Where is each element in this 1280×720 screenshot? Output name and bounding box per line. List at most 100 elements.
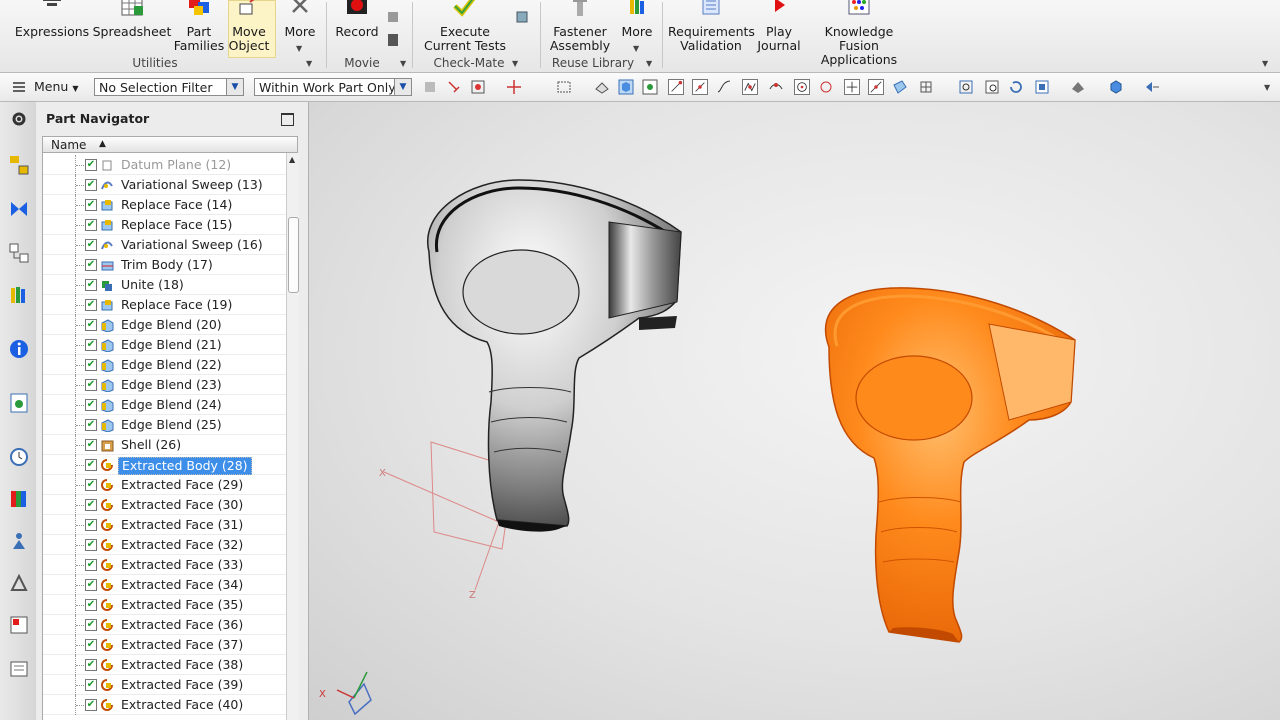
reuse-library-icon[interactable] (8, 284, 30, 306)
tree-row[interactable]: ✔ Shell (26) (43, 435, 287, 455)
tree-row[interactable]: ✔ Edge Blend (20) (43, 315, 287, 335)
requirements-validation-button[interactable]: Requirements Validation (668, 0, 755, 53)
tree-row[interactable]: ✔ Extracted Face (34) (43, 575, 287, 595)
knowledge-fusion-applications-button[interactable]: Knowledge Fusion Applications (804, 0, 914, 67)
visibility-checkbox[interactable]: ✔ (85, 319, 97, 331)
rectangle-select-icon[interactable] (556, 79, 572, 95)
visibility-checkbox[interactable]: ✔ (85, 619, 97, 631)
visibility-checkbox[interactable]: ✔ (85, 339, 97, 351)
tree-row[interactable]: ✔ Extracted Face (38) (43, 655, 287, 675)
maximize-icon[interactable] (281, 113, 294, 126)
snap-quadrant-icon[interactable] (818, 79, 834, 95)
ribbon-options-caret-icon[interactable]: ▼ (1262, 59, 1268, 68)
role-icon[interactable] (8, 530, 30, 552)
visibility-checkbox[interactable]: ✔ (85, 479, 97, 491)
snap-endpoint-icon[interactable] (668, 79, 684, 95)
movie-small-icons[interactable] (386, 0, 400, 52)
visibility-checkbox[interactable]: ✔ (85, 559, 97, 571)
visibility-checkbox[interactable]: ✔ (85, 219, 97, 231)
visualization-palette-icon[interactable] (8, 488, 30, 510)
part-families-button[interactable]: Part Families (172, 0, 226, 53)
visibility-checkbox[interactable]: ✔ (85, 679, 97, 691)
tree-row[interactable]: ✔ Variational Sweep (13) (43, 175, 287, 195)
chrome-hair-dryer-body[interactable] (426, 179, 682, 532)
info-icon[interactable] (8, 338, 30, 360)
orange-extracted-body[interactable] (824, 287, 1076, 643)
snap-bounded-grid-icon[interactable] (918, 79, 934, 95)
snap-tangent-icon[interactable] (768, 79, 784, 95)
snap-points-icon[interactable] (642, 79, 658, 95)
navigator-scrollbar[interactable]: ▲ (286, 153, 299, 720)
orient-view-icon[interactable] (1034, 79, 1050, 95)
group-movie-caret-icon[interactable]: ▼ (400, 59, 406, 68)
scroll-up-icon[interactable]: ▲ (289, 155, 295, 164)
tree-row[interactable]: ✔ Extracted Face (30) (43, 495, 287, 515)
visibility-checkbox[interactable]: ✔ (85, 499, 97, 511)
selection-scope-dropdown[interactable]: Within Work Part Only ▼ (254, 78, 412, 96)
select-feature-icon[interactable] (422, 79, 438, 95)
tree-row[interactable]: ✔ Extracted Body (28) (43, 455, 287, 475)
visibility-checkbox[interactable]: ✔ (85, 419, 97, 431)
tree-row[interactable]: ✔ Extracted Face (35) (43, 595, 287, 615)
show-hide-icon[interactable] (594, 79, 610, 95)
tree-row[interactable]: ✔ Extracted Face (40) (43, 695, 287, 715)
tree-row[interactable]: ✔ Variational Sweep (16) (43, 235, 287, 255)
snap-midpoint-icon[interactable] (692, 79, 708, 95)
visibility-checkbox[interactable]: ✔ (85, 259, 97, 271)
tree-row[interactable]: ✔ Extracted Face (39) (43, 675, 287, 695)
toolbar-options-caret-icon[interactable]: ▼ (1264, 83, 1270, 92)
graphics-window[interactable]: X Z X (309, 102, 1280, 720)
tree-row[interactable]: ✔ Edge Blend (23) (43, 375, 287, 395)
tree-row[interactable]: ✔ Replace Face (19) (43, 295, 287, 315)
snap-point-on-curve-icon[interactable] (868, 79, 884, 95)
snap-existing-point-icon[interactable] (844, 79, 860, 95)
web-browser-icon[interactable] (8, 392, 30, 414)
assembly-navigator-icon[interactable] (8, 154, 30, 176)
visibility-checkbox[interactable]: ✔ (85, 359, 97, 371)
visibility-checkbox[interactable]: ✔ (85, 399, 97, 411)
tree-row[interactable]: ✔ Replace Face (14) (43, 195, 287, 215)
execute-current-tests-button[interactable]: Execute Current Tests (416, 0, 514, 53)
tree-row[interactable]: ✔ Extracted Face (37) (43, 635, 287, 655)
name-column-header[interactable]: Name ▲ (42, 136, 298, 153)
tree-row[interactable]: ✔ Extracted Face (36) (43, 615, 287, 635)
shaded-cube-icon[interactable] (618, 79, 634, 95)
group-reuse-caret-icon[interactable]: ▼ (646, 59, 652, 68)
tree-row[interactable]: ✔ Edge Blend (25) (43, 415, 287, 435)
tree-row[interactable]: ✔ Edge Blend (22) (43, 355, 287, 375)
visibility-checkbox[interactable]: ✔ (85, 539, 97, 551)
tree-row[interactable]: ✔ Unite (18) (43, 275, 287, 295)
snap-point-on-surface-icon[interactable] (892, 79, 908, 95)
visibility-checkbox[interactable]: ✔ (85, 599, 97, 611)
tree-row[interactable]: ✔ Trim Body (17) (43, 255, 287, 275)
visibility-checkbox[interactable]: ✔ (85, 199, 97, 211)
rotate-icon[interactable] (1008, 79, 1024, 95)
settings-gear-icon[interactable] (8, 108, 30, 130)
play-journal-button[interactable]: Play Journal (756, 0, 802, 53)
visibility-checkbox[interactable]: ✔ (85, 159, 97, 171)
visibility-checkbox[interactable]: ✔ (85, 579, 97, 591)
system-scene-icon[interactable] (8, 572, 30, 594)
scrollbar-thumb[interactable] (288, 217, 299, 293)
group-utilities-caret-icon[interactable]: ▼ (306, 59, 312, 68)
select-body-icon[interactable] (446, 79, 462, 95)
tree-row[interactable]: ✔ Extracted Face (29) (43, 475, 287, 495)
selection-filter-dropdown[interactable]: No Selection Filter ▼ (94, 78, 244, 96)
tree-row[interactable]: ✔ Datum Plane (12) (43, 155, 287, 175)
visibility-checkbox[interactable]: ✔ (85, 639, 97, 651)
history-clock-icon[interactable] (8, 446, 30, 468)
snap-intersection-icon[interactable] (742, 79, 758, 95)
tree-row[interactable]: ✔ Edge Blend (24) (43, 395, 287, 415)
part-navigator-icon[interactable] (8, 242, 30, 264)
checkmate-small-icons[interactable] (514, 0, 530, 30)
general-selection-icon[interactable] (470, 79, 486, 95)
visibility-checkbox[interactable]: ✔ (85, 179, 97, 191)
visibility-checkbox[interactable]: ✔ (85, 439, 97, 451)
cube-view-icon[interactable] (1108, 79, 1124, 95)
visibility-checkbox[interactable]: ✔ (85, 459, 97, 471)
zoom-icon[interactable] (984, 79, 1000, 95)
palette-window-icon[interactable] (8, 614, 30, 636)
tree-row[interactable]: ✔ Replace Face (15) (43, 215, 287, 235)
constraint-navigator-icon[interactable] (8, 198, 30, 220)
snap-control-point-icon[interactable] (716, 79, 732, 95)
